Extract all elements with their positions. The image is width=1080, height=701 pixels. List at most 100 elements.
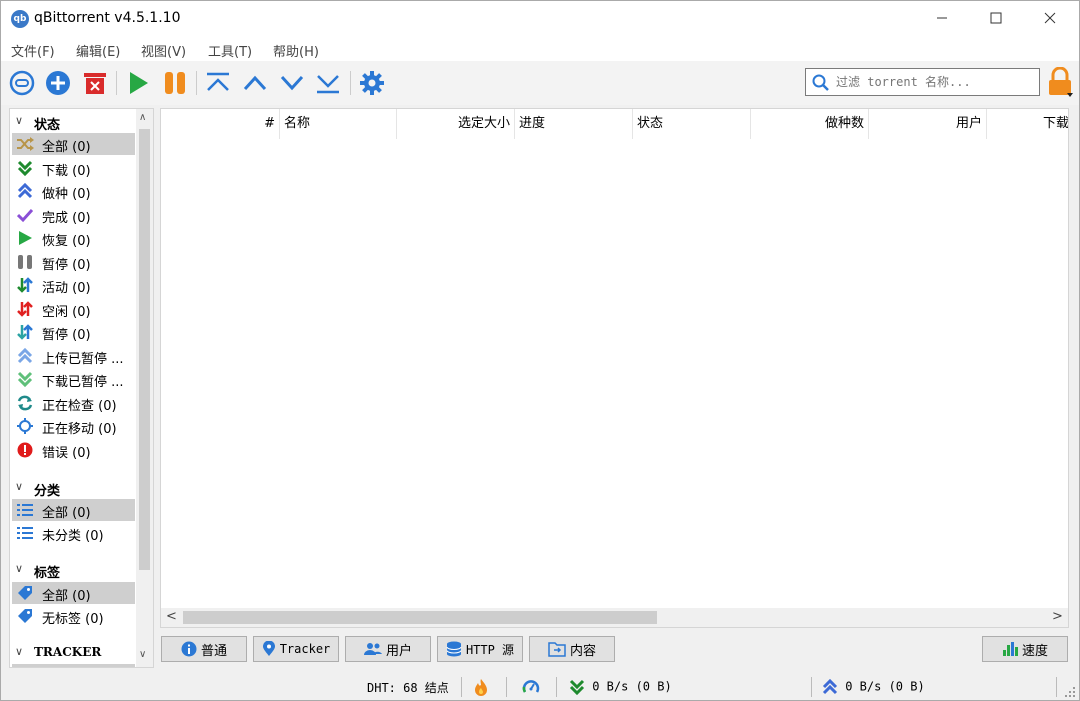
menu-file[interactable]: 文件(F) <box>11 41 55 60</box>
status-filter-active[interactable]: 活动 (0) <box>12 274 135 296</box>
search-icon <box>812 74 829 91</box>
maximize-icon <box>990 12 1002 24</box>
status-filter-stalled[interactable]: 暂停 (0) <box>12 321 135 343</box>
search-box[interactable] <box>805 68 1040 96</box>
menu-edit[interactable]: 编辑(E) <box>76 41 120 60</box>
resize-grip-icon[interactable] <box>1065 686 1075 700</box>
folder-icon <box>548 642 566 657</box>
status-section-header[interactable]: ∨ 状态 <box>10 111 136 133</box>
category-filter-all[interactable]: 全部 (0) <box>12 499 135 521</box>
toolbar <box>1 61 1079 105</box>
menu-view[interactable]: 视图(V) <box>141 41 186 60</box>
close-icon <box>1044 12 1056 24</box>
lock-button[interactable] <box>1047 66 1073 101</box>
window-title: qBittorrent v4.5.1.10 <box>34 10 181 26</box>
tag-filter-untagged[interactable]: 无标签 (0) <box>12 605 135 627</box>
resume-button[interactable] <box>124 69 152 97</box>
alt-speed-limits-icon[interactable] <box>522 678 540 699</box>
users-icon <box>363 643 382 655</box>
tag-filter-all[interactable]: 全部 (0) <box>12 582 135 604</box>
tracker-section-header[interactable]: ∨ TRACKER <box>10 642 136 664</box>
search-input[interactable] <box>836 73 1036 91</box>
status-filter-stalled-uploading[interactable]: 上传已暂停 ... <box>12 345 135 367</box>
status-filter-errored[interactable]: 错误 (0) <box>12 439 135 461</box>
status-filter-paused[interactable]: 暂停 (0) <box>12 251 135 273</box>
move-top-button[interactable] <box>204 69 232 97</box>
status-filter-inactive[interactable]: 空闲 (0) <box>12 298 135 320</box>
play-icon <box>16 229 34 247</box>
move-up-button[interactable] <box>241 69 269 97</box>
idle-arrows-icon <box>16 300 34 318</box>
column-header-size[interactable]: 选定大小 <box>397 109 515 139</box>
status-filter-seeding[interactable]: 做种 (0) <box>12 180 135 202</box>
torrent-table[interactable]: ﹀ # 名称 选定大小 进度 状态 做种数 用户 下载 < > <box>160 108 1069 628</box>
status-filter-checking[interactable]: 正在检查 (0) <box>12 392 135 414</box>
download-speed: 0 B/s (0 B) <box>569 679 672 696</box>
column-header-seeds[interactable]: 做种数 <box>751 109 869 139</box>
move-up-icon <box>243 75 267 91</box>
chevron-down-icon[interactable]: ∨ <box>139 649 146 660</box>
move-down-button[interactable] <box>278 69 306 97</box>
status-filter-downloading[interactable]: 下载 (0) <box>12 157 135 179</box>
toolbar-separator <box>116 71 117 95</box>
filter-sidebar: ∨ 状态 全部 (0) 下载 (0) 做种 (0) 完成 (0) 恢复 (0) … <box>9 108 154 668</box>
delete-icon <box>84 73 106 94</box>
status-filter-resumed[interactable]: 恢复 (0) <box>12 227 135 249</box>
upload-speed: 0 B/s (0 B) <box>822 678 925 695</box>
delete-torrent-button[interactable] <box>81 69 109 97</box>
toolbar-separator <box>196 71 197 95</box>
table-header: ﹀ # 名称 选定大小 进度 状态 做种数 用户 下载 <box>161 109 1068 139</box>
chevron-up-icon[interactable]: ∧ <box>139 112 146 123</box>
close-button[interactable] <box>1027 1 1073 37</box>
column-header-progress[interactable]: 进度 <box>515 109 633 139</box>
connection-status-icon[interactable] <box>474 678 488 699</box>
status-separator <box>1056 677 1057 697</box>
column-header-download[interactable]: 下载 <box>987 109 1068 139</box>
category-filter-uncategorized[interactable]: 未分类 (0) <box>12 522 135 544</box>
column-header-peers[interactable]: 用户 <box>869 109 987 139</box>
menu-tools[interactable]: 工具(T) <box>208 41 252 60</box>
tag-icon <box>16 607 34 625</box>
database-icon <box>446 641 462 657</box>
speed-button[interactable]: 速度 <box>982 636 1068 662</box>
title-bar: qb qBittorrent v4.5.1.10 <box>1 1 1079 37</box>
tab-http-sources[interactable]: HTTP 源 <box>437 636 523 662</box>
active-arrows-icon <box>16 276 34 294</box>
status-separator <box>461 677 462 697</box>
tab-general[interactable]: 普通 <box>161 636 247 662</box>
table-horizontal-scrollbar[interactable]: < > <box>161 608 1068 627</box>
column-header-number[interactable]: # <box>161 109 280 139</box>
chevron-left-icon[interactable]: < <box>166 609 177 624</box>
tab-trackers[interactable]: Tracker <box>253 636 339 662</box>
pause-button[interactable] <box>161 69 189 97</box>
category-section-header[interactable]: ∨ 分类 <box>10 477 136 499</box>
toolbar-separator <box>350 71 351 95</box>
move-bottom-button[interactable] <box>314 69 342 97</box>
add-torrent-link-button[interactable] <box>8 69 36 97</box>
menu-help[interactable]: 帮助(H) <box>273 41 319 60</box>
chevron-right-icon[interactable]: > <box>1052 609 1063 624</box>
scrollbar-thumb[interactable] <box>139 129 150 570</box>
chevron-down-icon: ∨ <box>15 645 24 658</box>
minimize-button[interactable] <box>919 1 965 37</box>
status-filter-all[interactable]: 全部 (0) <box>12 133 135 155</box>
column-header-status[interactable]: 状态 <box>633 109 751 139</box>
maximize-button[interactable] <box>973 1 1019 37</box>
chevron-down-icon: ∨ <box>15 480 24 493</box>
check-icon <box>16 206 34 224</box>
scrollbar-thumb[interactable] <box>183 611 657 624</box>
tab-peers[interactable]: 用户 <box>345 636 431 662</box>
status-filter-moving[interactable]: 正在移动 (0) <box>12 415 135 437</box>
sidebar-scrollbar[interactable]: ∧ ∨ <box>136 109 153 667</box>
add-torrent-file-button[interactable] <box>44 69 72 97</box>
tab-content[interactable]: 内容 <box>529 636 615 662</box>
link-icon <box>9 70 35 96</box>
status-filter-stalled-downloading[interactable]: 下载已暂停 ... <box>12 368 135 390</box>
status-filter-completed[interactable]: 完成 (0) <box>12 204 135 226</box>
error-icon <box>16 441 34 459</box>
column-header-name[interactable]: 名称 <box>280 109 397 139</box>
tracker-filter-all[interactable] <box>12 664 135 667</box>
tag-section-header[interactable]: ∨ 标签 <box>10 559 136 581</box>
options-button[interactable] <box>358 69 386 97</box>
upload-icon <box>822 678 838 695</box>
